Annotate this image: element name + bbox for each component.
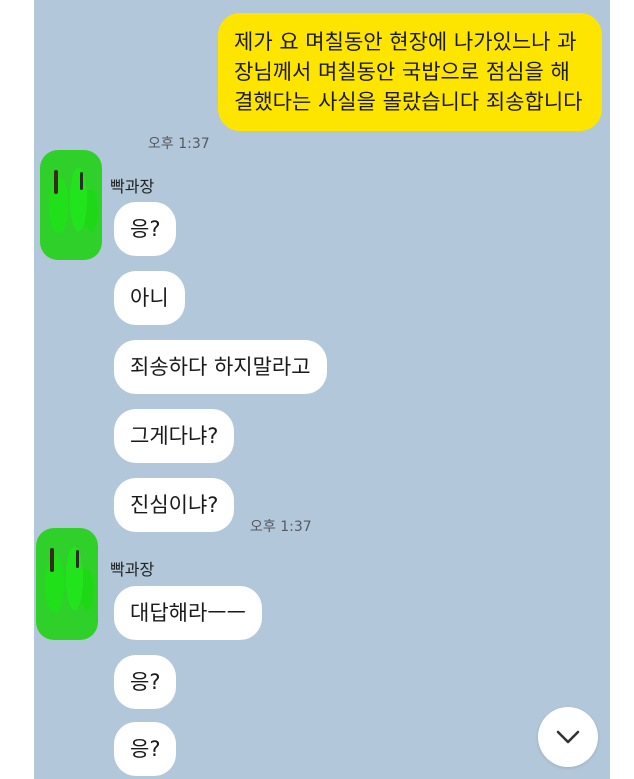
- sender-name: 빡과장: [110, 177, 155, 196]
- received-message-bubble[interactable]: 대답해라ㅡㅡ: [114, 586, 262, 640]
- received-message-bubble[interactable]: 응?: [114, 655, 177, 709]
- sent-message-bubble[interactable]: 제가 요 며칠동안 현장에 나가있느나 과장님께서 며칠동안 국밥으로 점심을 …: [218, 13, 602, 131]
- scroll-to-bottom-button[interactable]: [538, 707, 598, 767]
- sender-avatar[interactable]: [36, 528, 98, 640]
- received-message-bubble[interactable]: 응?: [114, 202, 177, 256]
- chevron-down-icon: [556, 730, 580, 744]
- sender-name: 빡과장: [110, 560, 155, 579]
- received-message-bubble[interactable]: 아니: [114, 271, 185, 325]
- message-time: 오후 1:37: [148, 136, 210, 152]
- received-message-bubble[interactable]: 응?: [114, 722, 177, 776]
- sender-avatar[interactable]: [40, 150, 102, 260]
- received-message-bubble[interactable]: 그게다냐?: [114, 409, 235, 463]
- received-message-bubble[interactable]: 진심이냐?: [114, 478, 235, 532]
- message-time: 오후 1:37: [250, 519, 312, 535]
- received-message-bubble[interactable]: 죄송하다 하지말라고: [114, 340, 327, 394]
